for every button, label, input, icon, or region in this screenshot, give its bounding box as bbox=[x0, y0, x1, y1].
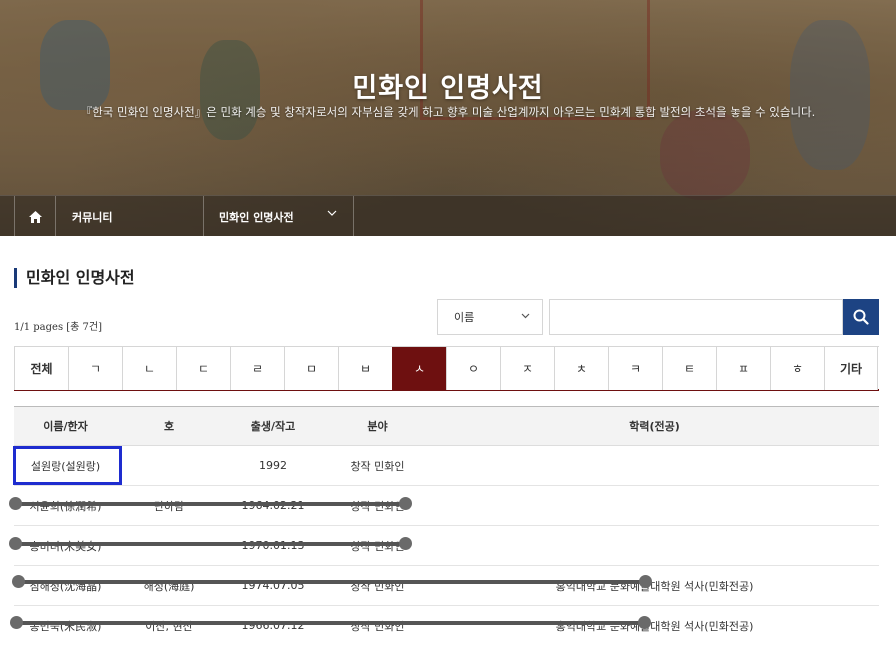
strike-dot bbox=[10, 616, 23, 629]
table-cell bbox=[430, 486, 879, 525]
tab-consonant[interactable]: ㅊ bbox=[554, 347, 608, 390]
column-header: 출생/작고 bbox=[250, 420, 296, 433]
name-link[interactable]: 설원랑(설원랑) bbox=[14, 446, 117, 485]
column-header: 학력(전공) bbox=[629, 420, 680, 433]
strike-dot bbox=[399, 497, 412, 510]
tab-consonant-active[interactable]: ㅅ bbox=[392, 347, 446, 390]
home-button[interactable] bbox=[14, 196, 56, 236]
nav-community-label: 커뮤니티 bbox=[72, 210, 113, 224]
results-table: 이름/한자 호 출생/작고 분야 학력(전공) 설원랑(설원랑) 1992 창작… bbox=[14, 406, 879, 645]
table-row[interactable]: 송민숙(宋民淑) 이산, 현산 1966.07.12 창작 민화인 홍익대학교 … bbox=[14, 606, 879, 645]
tab-consonant[interactable]: ㅋ bbox=[608, 347, 662, 390]
name-link[interactable]: 심해정(沈海晶) bbox=[14, 566, 117, 605]
table-header: 이름/한자 호 출생/작고 분야 학력(전공) bbox=[14, 407, 879, 446]
banner-figure bbox=[660, 110, 750, 200]
strike-line bbox=[16, 621, 644, 625]
nav-community[interactable]: 커뮤니티 bbox=[56, 196, 204, 236]
strike-dot bbox=[399, 537, 412, 550]
nav-dictionary-dropdown[interactable]: 민화인 인명사전 bbox=[204, 196, 354, 236]
tab-consonant[interactable]: ㅂ bbox=[338, 347, 392, 390]
tab-other[interactable]: 기타 bbox=[824, 347, 878, 390]
location-nav: 커뮤니티 민화인 인명사전 bbox=[0, 195, 896, 236]
strike-dot bbox=[12, 575, 25, 588]
chevron-down-icon bbox=[521, 313, 530, 319]
nav-dictionary-label: 민화인 인명사전 bbox=[219, 210, 294, 224]
table-cell: 홍익대학교 문화예술대학원 석사(민화전공) bbox=[555, 579, 754, 593]
search-field-select[interactable]: 이름 bbox=[437, 299, 543, 335]
table-row[interactable]: 설원랑(설원랑) 1992 창작 민화인 bbox=[14, 446, 879, 486]
table-cell: 이산, 현산 bbox=[145, 619, 193, 633]
name-link[interactable]: 송민숙(宋民淑) bbox=[14, 606, 117, 645]
table-cell: 해정(海庭) bbox=[143, 579, 195, 593]
column-header: 이름/한자 bbox=[43, 420, 88, 433]
tab-consonant[interactable]: ㅁ bbox=[284, 347, 338, 390]
tab-consonant[interactable]: ㅈ bbox=[500, 347, 554, 390]
search-input[interactable] bbox=[549, 299, 843, 335]
strike-dot bbox=[9, 537, 22, 550]
strike-dot bbox=[639, 575, 652, 588]
tab-consonant[interactable]: ㅍ bbox=[716, 347, 770, 390]
search-icon bbox=[853, 309, 869, 325]
banner-title: 민화인 인명사전 bbox=[352, 73, 544, 104]
strike-dot bbox=[9, 497, 22, 510]
table-row[interactable]: 송미녀(宋美女) 1970.01.13 창작 민화인 bbox=[14, 526, 879, 566]
table-cell bbox=[430, 446, 879, 485]
table-cell: 창작 민화인 bbox=[350, 579, 405, 593]
tab-consonant[interactable]: ㄴ bbox=[122, 347, 176, 390]
home-icon bbox=[28, 210, 42, 223]
column-header: 호 bbox=[163, 420, 175, 433]
tab-consonant[interactable]: ㄹ bbox=[230, 347, 284, 390]
table-cell: 1974.07.05 bbox=[241, 579, 305, 592]
tab-consonant[interactable]: ㅇ bbox=[446, 347, 500, 390]
strike-line bbox=[18, 580, 646, 584]
pagination-info: 1/1 pages [총 7건] bbox=[14, 322, 103, 333]
table-cell bbox=[430, 526, 879, 565]
search-button[interactable] bbox=[843, 299, 879, 335]
table-row[interactable]: 서윤희(徐潤希) 단하람 1964.02.21 창작 민화인 bbox=[14, 486, 879, 526]
table-cell: 창작 민화인 bbox=[350, 459, 405, 473]
column-header: 분야 bbox=[367, 420, 388, 433]
table-row[interactable]: 심해정(沈海晶) 해정(海庭) 1974.07.05 창작 민화인 홍익대학교 … bbox=[14, 566, 879, 606]
tab-consonant[interactable]: ㅎ bbox=[770, 347, 824, 390]
consonant-tabs: 전체 ㄱ ㄴ ㄷ ㄹ ㅁ ㅂ ㅅ ㅇ ㅈ ㅊ ㅋ ㅌ ㅍ ㅎ 기타 bbox=[14, 346, 879, 391]
page-title: 민화인 인명사전 bbox=[14, 268, 135, 288]
tab-consonant[interactable]: ㄱ bbox=[68, 347, 122, 390]
tab-all[interactable]: 전체 bbox=[14, 347, 68, 390]
strike-line bbox=[14, 502, 407, 506]
banner: 민화인 인명사전 『한국 민화인 인명사전』은 민화 계승 및 창작자로서의 자… bbox=[0, 0, 896, 236]
table-cell: 창작 민화인 bbox=[350, 619, 405, 633]
table-cell: 1966.07.12 bbox=[241, 619, 305, 632]
strike-line bbox=[14, 542, 407, 546]
table-cell: 1992 bbox=[259, 459, 287, 472]
tab-consonant[interactable]: ㄷ bbox=[176, 347, 230, 390]
search-field-value: 이름 bbox=[454, 311, 475, 324]
strike-dot bbox=[638, 616, 651, 629]
table-cell bbox=[117, 446, 221, 485]
table-cell: 홍익대학교 문화예술대학원 석사(민화전공) bbox=[555, 619, 754, 633]
chevron-down-icon bbox=[327, 210, 337, 216]
tab-consonant[interactable]: ㅌ bbox=[662, 347, 716, 390]
banner-subtitle: 『한국 민화인 인명사전』은 민화 계승 및 창작자로서의 자부심을 갖게 하고… bbox=[80, 105, 816, 119]
